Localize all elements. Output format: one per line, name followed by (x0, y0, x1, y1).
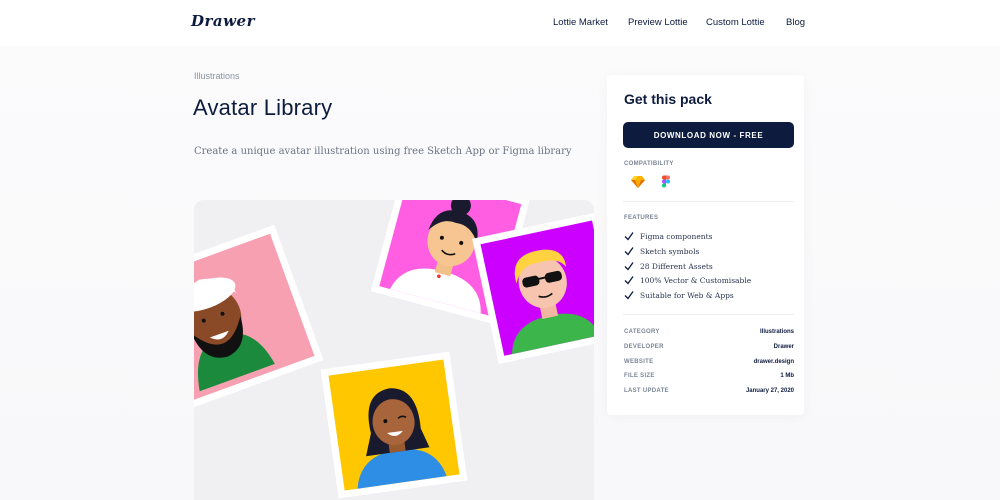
download-button[interactable]: DOWNLOAD NOW - FREE (623, 122, 794, 148)
feature-item: 100% Vector & Customisable (624, 274, 751, 286)
avatars-illustration (194, 200, 594, 499)
feature-label: 100% Vector & Customisable (640, 275, 752, 285)
avatar-card-sunglasses (472, 212, 594, 365)
feature-label: Figma components (640, 231, 713, 241)
meta-value[interactable]: drawer.design (754, 359, 794, 365)
features-label: FEATURES (624, 215, 659, 221)
top-bar: Drawer Lottie Market Preview Lottie Cust… (0, 0, 1000, 46)
page-title: Avatar Library (193, 95, 333, 120)
card-title: Get this pack (624, 91, 712, 107)
sketch-icon (631, 176, 645, 188)
page-description: Create a unique avatar illustration usin… (194, 146, 572, 157)
meta-developer: DEVELOPER Drawer (624, 342, 794, 352)
feature-label: 28 Different Assets (640, 261, 713, 271)
meta-value: January 27, 2020 (745, 388, 794, 394)
meta-value: 1 Mb (780, 373, 794, 379)
meta-key: CATEGORY (624, 329, 660, 335)
nav-blog[interactable]: Blog (786, 17, 805, 28)
meta-key: DEVELOPER (624, 344, 664, 350)
feature-item: Sketch symbols (624, 245, 699, 257)
meta-category: CATEGORY Illustrations (624, 327, 794, 337)
check-icon (624, 232, 634, 241)
nav-custom-lottie[interactable]: Custom Lottie (706, 17, 765, 28)
meta-last-update: LAST UPDATE January 27, 2020 (624, 386, 794, 396)
avatar-card-yellow (320, 351, 468, 499)
feature-item: Figma components (624, 230, 712, 242)
breadcrumb[interactable]: Illustrations (194, 71, 240, 81)
meta-value[interactable]: Illustrations (760, 329, 794, 335)
compatibility-label: COMPATIBILITY (624, 161, 674, 167)
nav-preview-lottie[interactable]: Preview Lottie (628, 17, 688, 28)
check-icon (624, 291, 634, 300)
feature-label: Sketch symbols (640, 246, 700, 256)
meta-website: WEBSITE drawer.design (624, 357, 794, 367)
meta-file-size: FILE SIZE 1 Mb (624, 371, 794, 381)
check-icon (624, 262, 634, 271)
check-icon (624, 247, 634, 256)
feature-item: Suitable for Web & Apps (624, 289, 734, 301)
divider-1 (623, 201, 794, 202)
check-icon (624, 276, 634, 285)
meta-key: LAST UPDATE (624, 388, 669, 394)
hero-illustration (194, 200, 594, 500)
feature-label: Suitable for Web & Apps (640, 290, 734, 300)
feature-item: 28 Different Assets (624, 260, 713, 272)
figma-icon (662, 175, 670, 188)
meta-key: FILE SIZE (624, 373, 655, 379)
divider-2 (623, 314, 794, 315)
avatar-card-turban (194, 224, 324, 410)
meta-value[interactable]: Drawer (774, 344, 794, 350)
meta-key: WEBSITE (624, 359, 654, 365)
nav-lottie-market[interactable]: Lottie Market (553, 17, 608, 28)
drawer-logo[interactable]: Drawer (191, 12, 255, 30)
